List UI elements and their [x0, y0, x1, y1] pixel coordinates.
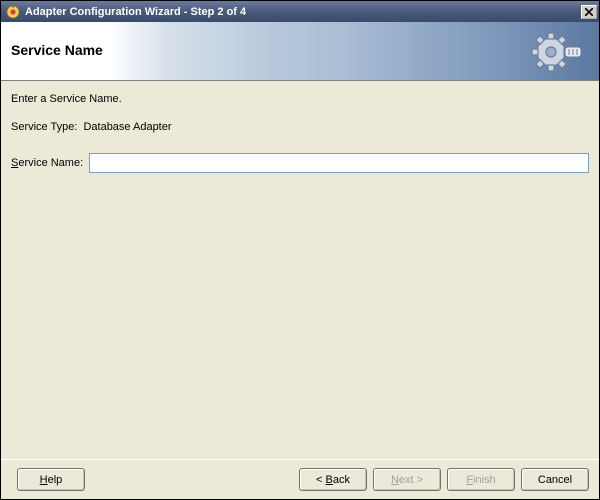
next-button[interactable]: Next >	[373, 468, 441, 491]
instruction-text: Enter a Service Name.	[11, 93, 589, 105]
service-type-value: Database Adapter	[83, 121, 171, 133]
gear-icon	[529, 28, 581, 79]
service-name-input-wrap	[89, 153, 589, 173]
service-name-row: Service Name:	[11, 153, 589, 173]
cancel-button[interactable]: Cancel	[521, 468, 589, 491]
titlebar-text: Adapter Configuration Wizard - Step 2 of…	[25, 6, 581, 18]
service-name-label: Service Name:	[11, 157, 83, 169]
service-type-row: Service Type: Database Adapter	[11, 121, 589, 133]
close-icon	[585, 8, 593, 16]
service-name-input[interactable]	[89, 153, 589, 173]
finish-button[interactable]: Finish	[447, 468, 515, 491]
service-type-label: Service Type:	[11, 121, 77, 133]
close-button[interactable]	[581, 5, 597, 19]
app-icon	[5, 4, 21, 20]
wizard-content: Enter a Service Name. Service Type: Data…	[1, 81, 599, 459]
back-button[interactable]: < Back	[299, 468, 367, 491]
wizard-header: Service Name	[1, 22, 599, 81]
wizard-window: Adapter Configuration Wizard - Step 2 of…	[0, 0, 600, 500]
button-bar: Help < Back Next > Finish Cancel	[1, 459, 599, 499]
help-button[interactable]: Help	[17, 468, 85, 491]
titlebar: Adapter Configuration Wizard - Step 2 of…	[1, 1, 599, 22]
page-title: Service Name	[11, 40, 111, 60]
